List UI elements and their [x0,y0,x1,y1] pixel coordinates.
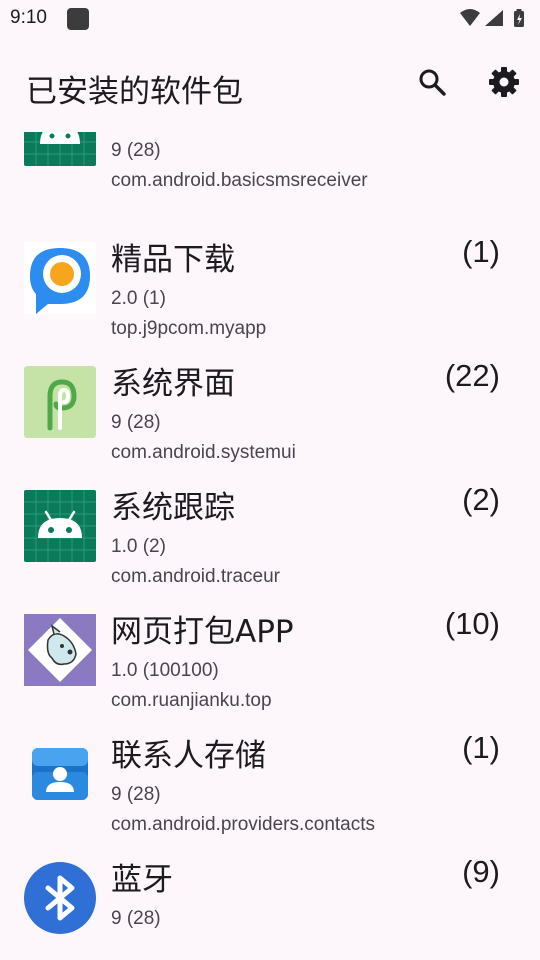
contacts-card-icon [24,738,96,810]
package-name: 蓝牙 [111,862,173,898]
list-item[interactable]: 精品下载 (1) 2.0 (1) top.j9pcom.myapp [0,232,540,356]
settings-gear-icon [489,67,519,97]
list-item[interactable]: 蓝牙 (9) 9 (28) [0,852,540,960]
signal-icon [485,10,503,26]
package-count: (1) [462,234,500,269]
package-version: 1.0 (100100) [111,660,219,681]
settings-button[interactable] [486,64,522,100]
package-id: com.android.traceur [111,566,280,587]
list-item[interactable]: 系统界面 (22) 9 (28) com.android.systemui [0,356,540,480]
android-robot-icon [24,490,96,562]
package-id: com.android.providers.contacts [111,814,376,835]
search-icon [419,69,446,96]
package-version: 9 (28) [111,140,161,161]
package-count: (10) [444,606,500,641]
package-name: 联系人存储 [111,738,266,774]
status-bar: 9:10 [0,0,540,36]
battery-icon [514,9,524,27]
package-name: 系统界面 [111,366,235,402]
status-icons [458,7,528,29]
package-id: com.android.basicsmsreceiver [111,170,368,191]
notification-square-icon [67,8,89,30]
status-time: 9:10 [10,7,47,28]
package-list[interactable]: 9 (28) com.android.basicsmsreceiver 精品下载… [0,132,540,960]
package-name: 系统跟踪 [111,490,235,526]
package-version: 9 (28) [111,412,161,433]
android-robot-icon [24,132,96,166]
package-version: 1.0 (2) [111,536,166,557]
wifi-icon [460,9,480,26]
package-version: 9 (28) [111,908,161,929]
search-button[interactable] [414,64,450,100]
package-count: (2) [462,482,500,517]
list-item[interactable]: 联系人存储 (1) 9 (28) com.android.providers.c… [0,728,540,852]
android-p-logo-icon [24,366,96,438]
package-name: 精品下载 [111,242,235,278]
package-id: top.j9pcom.myapp [111,318,267,339]
list-item[interactable]: 系统跟踪 (2) 1.0 (2) com.android.traceur [0,480,540,604]
page-title: 已安装的软件包 [26,74,243,110]
cartoon-dog-icon [24,614,96,686]
bluetooth-icon [24,862,96,934]
package-version: 2.0 (1) [111,288,166,309]
package-name: 网页打包APP [111,614,294,650]
package-id: com.android.systemui [111,442,296,463]
p-download-logo-icon [24,242,96,314]
top-app-bar: 已安装的软件包 [0,36,540,132]
package-count: (9) [462,854,500,889]
package-id: com.ruanjianku.top [111,690,272,711]
package-version: 9 (28) [111,784,161,805]
list-item[interactable]: 9 (28) com.android.basicsmsreceiver [0,132,540,208]
package-count: (1) [462,730,500,765]
package-count: (22) [444,358,500,393]
list-item[interactable]: 网页打包APP (10) 1.0 (100100) com.ruanjianku… [0,604,540,728]
